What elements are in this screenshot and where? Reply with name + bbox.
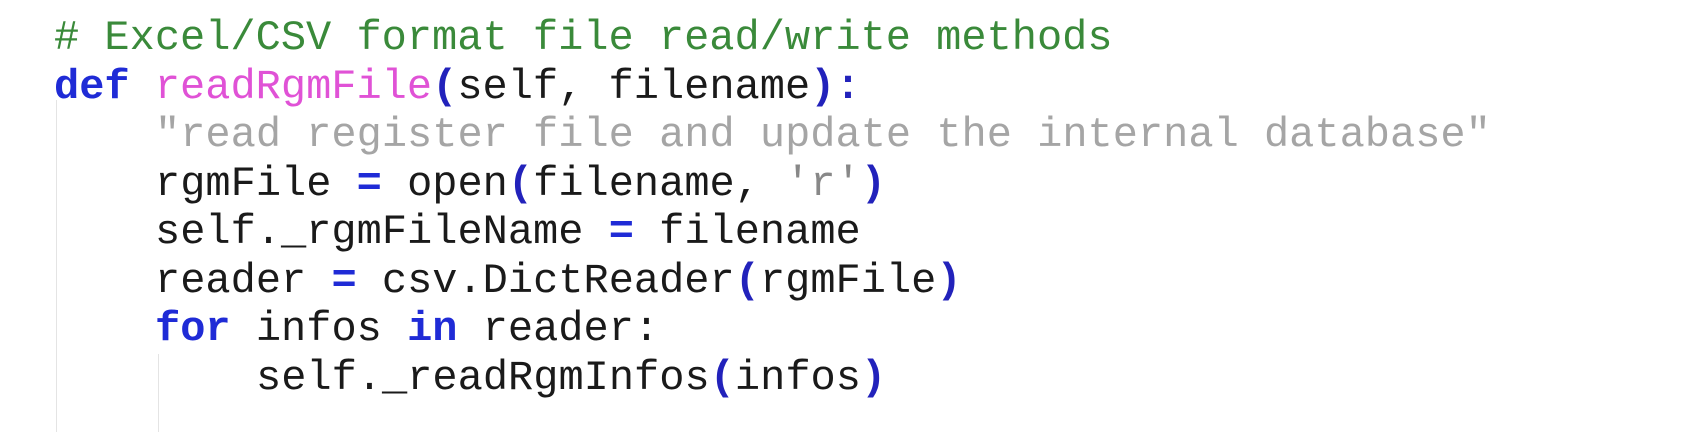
open-paren: (: [734, 256, 760, 305]
string-literal: 'r': [785, 159, 861, 208]
call-name: self._readRgmInfos: [256, 353, 710, 402]
code-line-2: def readRgmFile(self, filename):: [54, 63, 1491, 112]
code-line-5: self._rgmFileName = filename: [54, 208, 1491, 257]
docstring: "read register file and update the inter…: [155, 111, 1491, 159]
assign-operator: =: [331, 256, 357, 305]
comment: # Excel/CSV format file read/write metho…: [54, 14, 1113, 62]
keyword-in: in: [407, 305, 458, 353]
code-line-8: self._readRgmInfos(infos): [54, 354, 1491, 403]
close-paren: ): [860, 353, 887, 402]
assign-operator: =: [356, 159, 382, 208]
keyword-def: def: [54, 62, 130, 111]
assign-operator: =: [608, 208, 634, 256]
code-line-7: for infos in reader:: [54, 305, 1491, 354]
call-name: open: [381, 159, 508, 208]
code-line-6: reader = csv.DictReader(rgmFile): [54, 257, 1491, 306]
open-paren: (: [709, 353, 735, 402]
keyword-for: for: [155, 305, 231, 353]
close-paren: ): [860, 159, 886, 208]
open-paren: (: [432, 62, 458, 111]
code-line-1: # Excel/CSV format file read/write metho…: [54, 14, 1491, 63]
assign-target: self._rgmFileName: [155, 208, 609, 256]
function-name: readRgmFile: [154, 62, 433, 111]
colon: :: [835, 62, 861, 111]
assign-target: reader: [155, 256, 332, 305]
call-name: csv.DictReader: [356, 256, 735, 305]
call-arg: filename,: [533, 159, 786, 208]
close-paren: ): [810, 62, 836, 111]
call-arg: infos: [734, 353, 861, 402]
assign-value: filename: [633, 208, 861, 256]
call-arg: rgmFile: [759, 256, 937, 305]
loop-iterable: reader:: [457, 305, 660, 353]
code-line-4: rgmFile = open(filename, 'r'): [54, 160, 1491, 209]
code-editor[interactable]: # Excel/CSV format file read/write metho…: [0, 0, 1694, 432]
code-block: # Excel/CSV format file read/write metho…: [54, 14, 1491, 402]
close-paren: ): [936, 256, 962, 305]
code-line-3: "read register file and update the inter…: [54, 111, 1491, 160]
open-paren: (: [507, 159, 534, 208]
loop-variable: infos: [230, 305, 408, 353]
assign-target: rgmFile: [155, 159, 357, 208]
function-args: self, filename: [457, 62, 811, 111]
